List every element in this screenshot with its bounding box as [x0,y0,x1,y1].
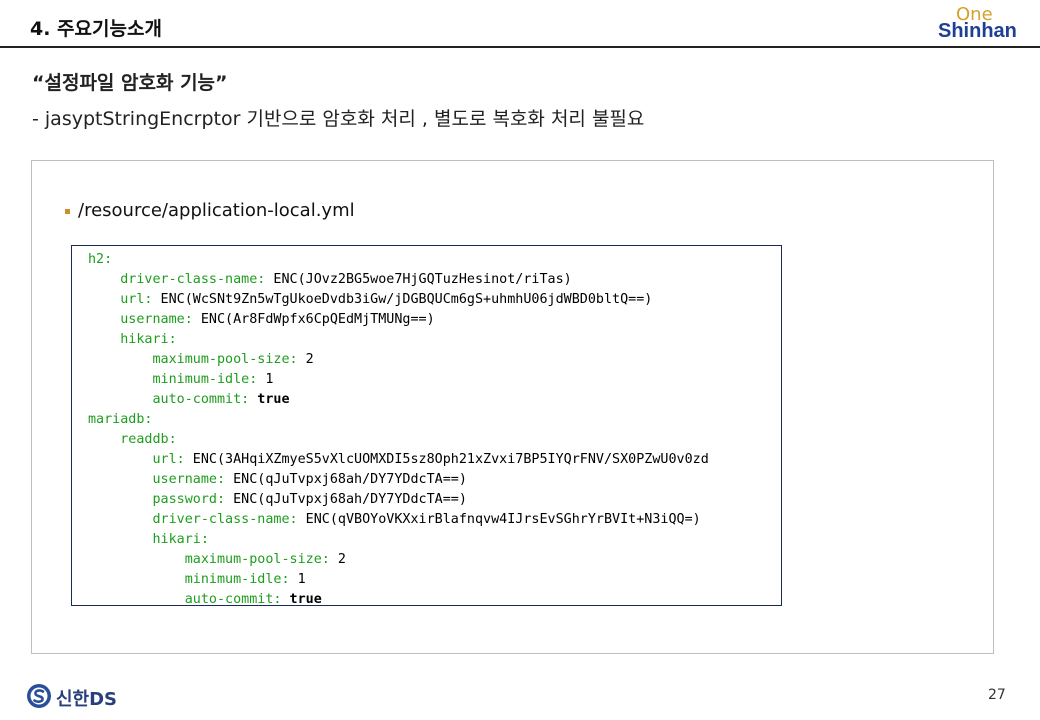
code-key: password: [152,492,226,507]
code-key: hikari: [120,332,177,347]
code-key: username: [152,472,226,487]
code-value: ENC(JOvz2BG5woe7HjGQTuzHesinot/riTas) [265,272,572,287]
code-key: username: [120,312,193,327]
header-title: 4. 주요기능소개 [30,18,162,40]
code-value: true [249,392,290,407]
code-key: auto-commit: [184,592,282,606]
code-key: h2: [88,252,113,267]
code-line: auto-commit: true [88,590,709,606]
code-line: readdb: [88,430,709,450]
code-line: driver-class-name: ENC(JOvz2BG5woe7HjGQT… [88,270,709,290]
code-key: maximum-pool-size: [152,352,298,367]
shinhan-s-logo-icon [27,684,51,708]
code-value: ENC(WcSNt9Zn5wTgUkoeDvdb3iGw/jDGBQUCm6gS… [152,292,653,307]
code-key: url: [152,452,185,467]
code-key: hikari: [152,532,209,547]
code-key: auto-commit: [152,392,250,407]
code-key: mariadb: [88,412,153,427]
code-line: maximum-pool-size: 2 [88,350,709,370]
section-title: “설정파일 암호화 기능” [32,72,228,94]
footer-logo-text: 신한DS [56,689,118,710]
code-line: h2: [88,250,709,270]
code-line: maximum-pool-size: 2 [88,550,709,570]
code-line: url: ENC(WcSNt9Zn5wTgUkoeDvdb3iGw/jDGBQU… [88,290,709,310]
code-key: minimum-idle: [184,572,290,587]
code-value: 2 [297,352,314,367]
code-key: driver-class-name: [152,512,298,527]
bullet-icon [65,209,70,214]
code-line: password: ENC(qJuTvpxj68ah/DY7YDdcTA==) [88,490,709,510]
footer-logo-mark [26,683,52,713]
code-key: driver-class-name: [120,272,266,287]
code-line: minimum-idle: 1 [88,370,709,390]
code-lines: h2: driver-class-name: ENC(JOvz2BG5woe7H… [88,250,709,606]
code-line: username: ENC(qJuTvpxj68ah/DY7YDdcTA==) [88,470,709,490]
code-value: ENC(qJuTvpxj68ah/DY7YDdcTA==) [225,472,467,487]
logo-shinhan-text: Shinhan [938,20,1017,42]
header-divider [0,46,1040,48]
code-value: 1 [289,572,306,587]
code-value: 2 [329,552,346,567]
code-line: auto-commit: true [88,390,709,410]
code-key: minimum-idle: [152,372,258,387]
code-line: mariadb: [88,410,709,430]
code-value: ENC(qJuTvpxj68ah/DY7YDdcTA==) [225,492,467,507]
code-line: username: ENC(Ar8FdWpfx6CpQEdMjTMUNg==) [88,310,709,330]
page-number: 27 [988,687,1006,703]
code-value: ENC(3AHqiXZmyeS5vXlcUOMXDI5sz8Oph21xZvxi… [184,452,709,467]
code-value: ENC(Ar8FdWpfx6CpQEdMjTMUNg==) [192,312,435,327]
code-line: driver-class-name: ENC(qVBOYoVKXxirBlafn… [88,510,709,530]
code-line: hikari: [88,330,709,350]
code-box: h2: driver-class-name: ENC(JOvz2BG5woe7H… [71,245,782,606]
code-line: url: ENC(3AHqiXZmyeS5vXlcUOMXDI5sz8Oph21… [88,450,709,470]
code-key: maximum-pool-size: [184,552,330,567]
code-key: readdb: [120,432,177,447]
code-value: 1 [257,372,274,387]
file-path: /resource/application-local.yml [78,200,355,221]
code-value: ENC(qVBOYoVKXxirBlafnqvw4IJrsEvSGhrYrBVI… [297,512,701,527]
code-line: minimum-idle: 1 [88,570,709,590]
section-description: - jasyptStringEncrptor 기반으로 암호화 처리 , 별도로… [32,108,645,130]
code-key: url: [120,292,153,307]
code-line: hikari: [88,530,709,550]
code-value: true [281,592,322,606]
